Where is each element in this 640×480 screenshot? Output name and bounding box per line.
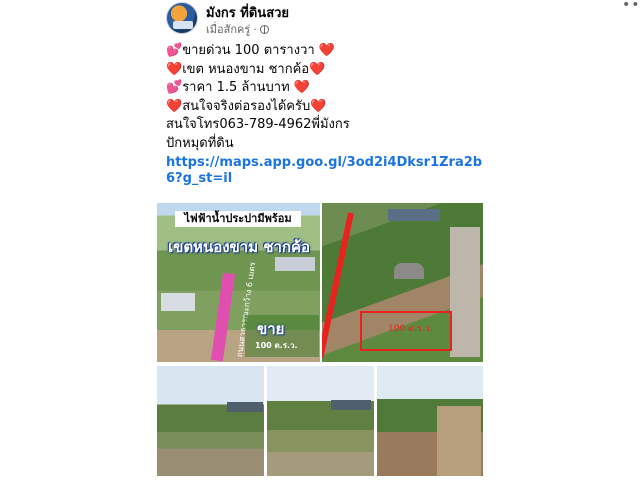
heart-icon: ❤️ — [166, 98, 183, 114]
road-shape — [450, 227, 480, 357]
author-avatar[interactable] — [166, 2, 198, 34]
building-shape — [388, 209, 440, 221]
post-header: มังกร ที่ดินสวย เมื่อสักครู่ · ••• — [166, 0, 640, 38]
building-shape — [394, 263, 424, 279]
post-text-4: สนใจจริงต่อรองได้ครับ — [182, 98, 311, 114]
post-timestamp[interactable]: เมื่อสักครู่ — [206, 20, 250, 38]
post-line-3: 💕 ราคา 1.5 ล้านบาท ❤️ — [166, 79, 486, 98]
post-body: 💕 ขายด่วน 100 ตารางวา ❤️ ❤️ เขต หนองขาม … — [166, 42, 486, 187]
heart-icon: ❤️ — [309, 61, 326, 77]
dot-separator: · — [253, 22, 257, 36]
photo-5[interactable] — [377, 366, 483, 476]
post-text-2: เขต หนองขาม ชากค้อ — [182, 61, 310, 77]
post-text-5: สนใจโทร063-789-4962พี่มังกร — [166, 117, 350, 132]
more-horizontal-icon[interactable]: ••• — [622, 0, 640, 14]
heart-icon: ❤️ — [293, 80, 311, 95]
post-line-4: ❤️ สนใจจริงต่อรองได้ครับ ❤️ — [166, 98, 486, 117]
post-meta: เมื่อสักครู่ · — [206, 20, 269, 38]
photo-3[interactable] — [157, 366, 264, 476]
post-line-6: ปักหมุดที่ดิน — [166, 135, 486, 154]
building-shape — [161, 293, 195, 311]
post-text-3: ราคา 1.5 ล้านบาท — [182, 80, 290, 95]
post-line-2: ❤️ เขต หนองขาม ชากค้อ ❤️ — [166, 61, 486, 80]
building-shape — [275, 257, 315, 271]
heart-icon: ❤️ — [318, 43, 335, 58]
photo-1-sale-caption: ขาย — [257, 320, 285, 338]
road-marker — [210, 272, 236, 362]
photo-2[interactable]: 100 ต.ร.ว. — [322, 203, 483, 362]
building-shape — [331, 400, 371, 410]
dirt-path-shape — [437, 406, 481, 476]
heart-icon: ❤️ — [166, 61, 183, 77]
globe-icon — [259, 24, 269, 34]
post-line-1: 💕 ขายด่วน 100 ตารางวา ❤️ — [166, 42, 486, 61]
photo-1-area-caption: 100 ต.ร.ว. — [255, 341, 298, 350]
photo-grid: ไฟฟ้าน้ำประปามีพร้อม เขตหนองขาม ชากค้อ ถ… — [157, 203, 483, 476]
photo-2-plot-label: 100 ต.ร.ว. — [388, 324, 433, 334]
map-link[interactable]: https://maps.app.goo.gl/3od2i4Dksr1Zra2b… — [166, 155, 486, 187]
post-text-6: ปักหมุดที่ดิน — [166, 135, 234, 151]
heart-icon: 💕 — [166, 80, 183, 95]
boundary-line — [322, 212, 354, 359]
post-line-5: สนใจโทร063-789-4962พี่มังกร — [166, 116, 486, 135]
heart-icon: ❤️ — [310, 98, 327, 114]
post-text-1: ขายด่วน 100 ตารางวา — [182, 43, 315, 58]
photo-1-top-caption: ไฟฟ้าน้ำประปามีพร้อม — [175, 211, 301, 227]
heart-icon: 💕 — [166, 43, 183, 58]
photo-1-main-caption: เขตหนองขาม ชากค้อ — [167, 238, 311, 256]
building-shape — [227, 402, 263, 412]
photo-4[interactable] — [267, 366, 374, 476]
photo-1[interactable]: ไฟฟ้าน้ำประปามีพร้อม เขตหนองขาม ชากค้อ ถ… — [157, 203, 320, 362]
